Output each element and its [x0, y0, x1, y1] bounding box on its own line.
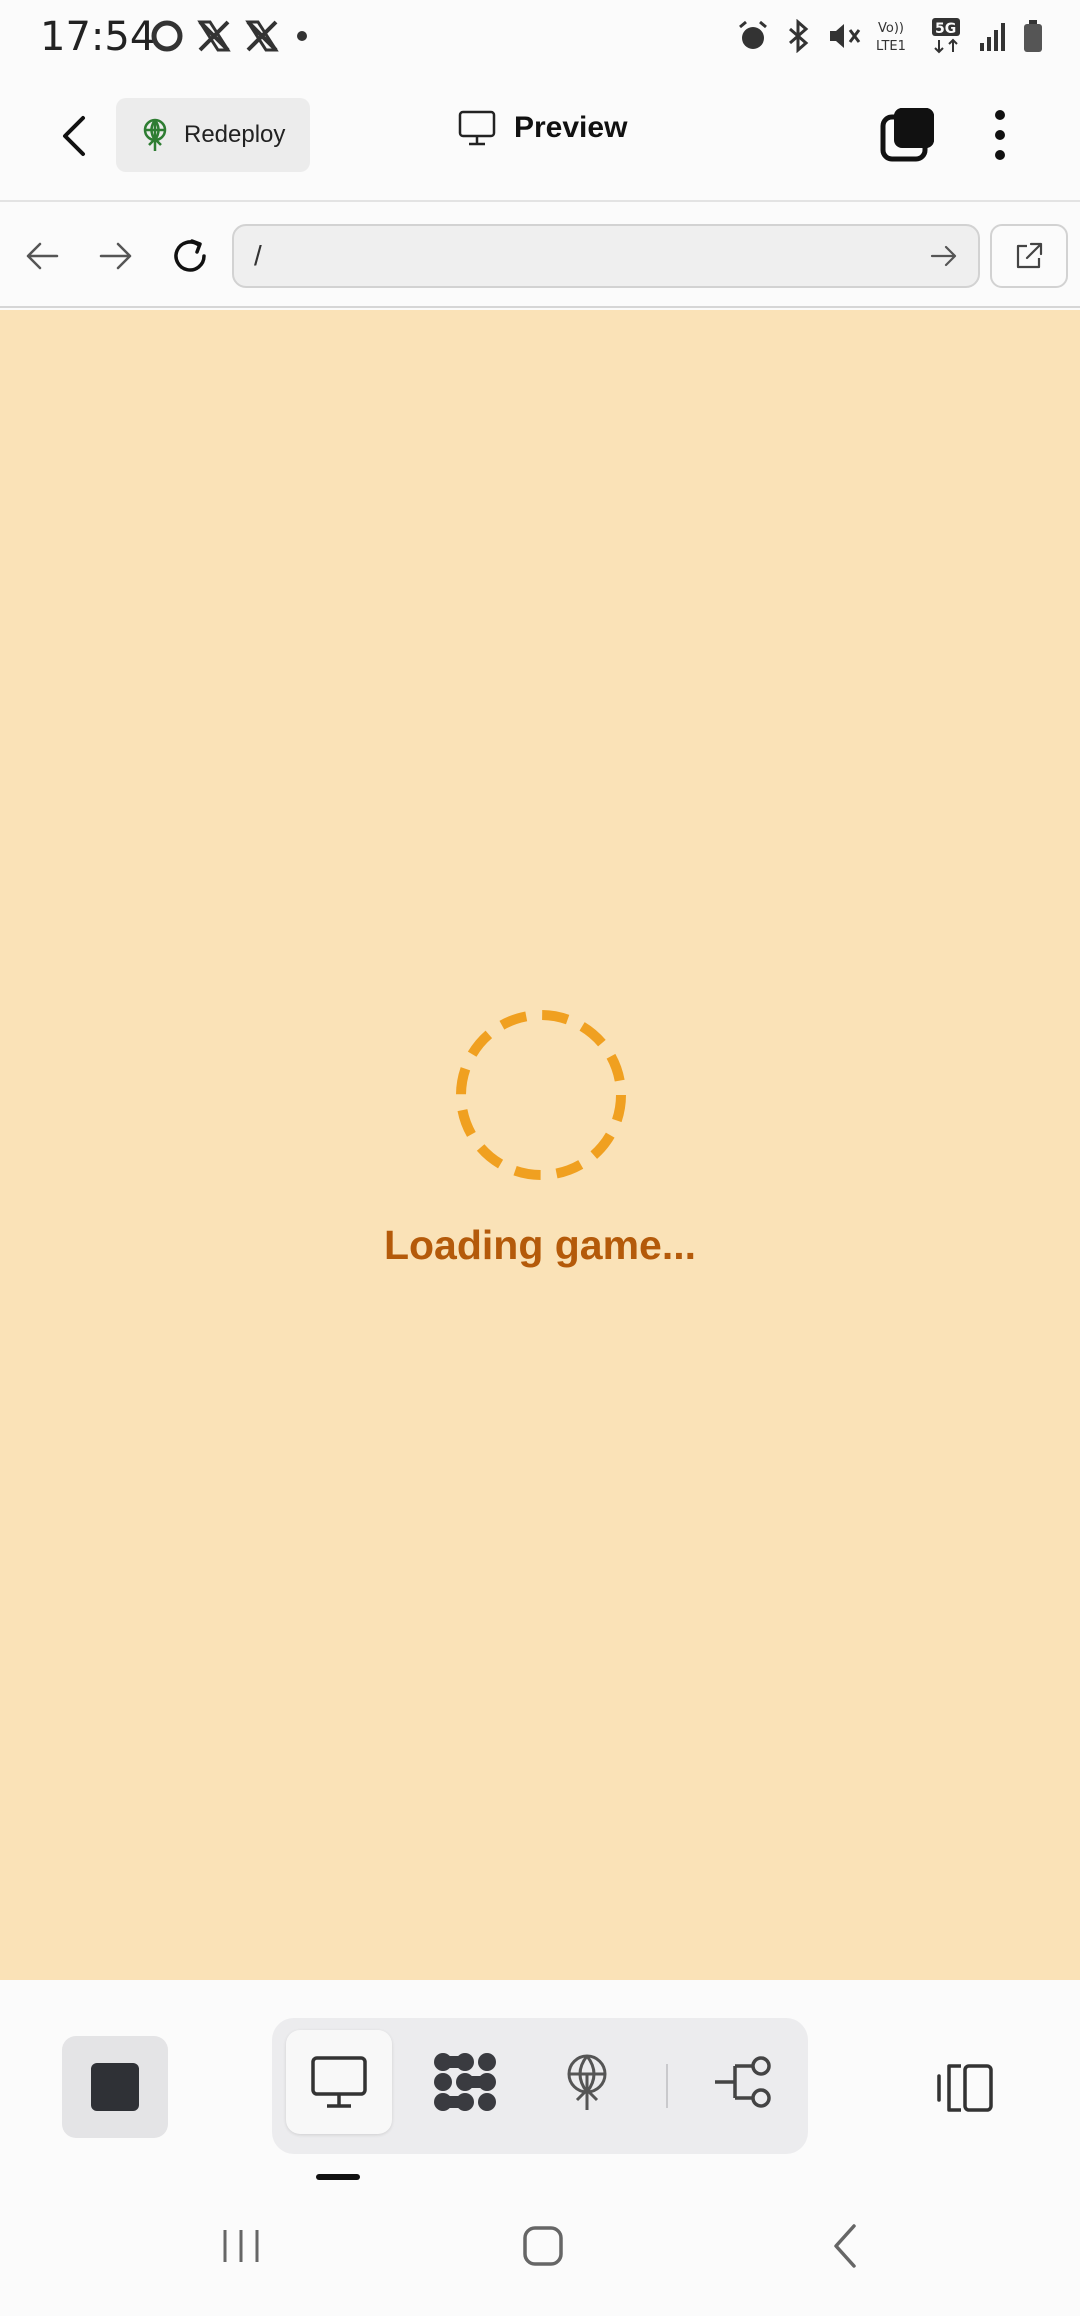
- open-external-button[interactable]: [990, 224, 1068, 288]
- more-vert-icon: [995, 110, 1005, 120]
- system-nav-bar: [0, 2180, 1080, 2316]
- home-button[interactable]: [498, 2210, 588, 2282]
- redeploy-label: Redeploy: [184, 121, 286, 148]
- workspace-tool-button[interactable]: [412, 2030, 518, 2134]
- external-link-icon: [1016, 242, 1043, 269]
- toolbar-divider: [666, 2064, 668, 2108]
- deploy-tool-button[interactable]: [534, 2030, 640, 2134]
- tabs-button[interactable]: [880, 106, 936, 162]
- mute-icon: [830, 24, 861, 48]
- preview-title: Preview: [458, 110, 627, 146]
- arrow-right-icon: [99, 242, 132, 270]
- chevron-left-icon: [63, 116, 85, 156]
- url-text: /: [254, 240, 262, 271]
- bluetooth-icon: [789, 19, 809, 53]
- workspace-icon: [434, 2053, 496, 2111]
- arrow-left-icon: [26, 242, 59, 270]
- tabs-icon: [880, 108, 934, 162]
- svg-text:5G: 5G: [935, 21, 956, 37]
- redeploy-button[interactable]: Redeploy: [116, 98, 310, 172]
- circle-app-icon: [151, 20, 183, 52]
- status-bar: 17:54 Vo)) LTE1 5G: [0, 0, 1080, 68]
- url-input[interactable]: /: [232, 224, 980, 288]
- go-arrow-icon[interactable]: [928, 240, 960, 272]
- recent-apps-icon: [223, 2230, 259, 2262]
- deploy-icon: [143, 118, 167, 151]
- git-tool-button[interactable]: [692, 2030, 798, 2134]
- browser-back-button[interactable]: [16, 230, 68, 282]
- preview-tool-button[interactable]: [286, 2030, 392, 2134]
- page-title: Preview: [514, 111, 628, 144]
- svg-text:Vo)): Vo)): [878, 21, 904, 36]
- monitor-icon: [458, 110, 496, 146]
- home-icon: [523, 2226, 563, 2266]
- app-header: Redeploy Preview: [0, 68, 1080, 202]
- git-branch-icon: [715, 2056, 771, 2108]
- browser-forward-button[interactable]: [90, 230, 142, 282]
- alarm-icon: [739, 20, 767, 49]
- loading-text: Loading game...: [383, 1222, 697, 1268]
- reload-button[interactable]: [164, 230, 216, 282]
- recent-apps-button[interactable]: [196, 2210, 286, 2282]
- preview-content: Loading game...: [0, 310, 1080, 1980]
- monitor-icon: [311, 2056, 367, 2108]
- stop-button[interactable]: [62, 2036, 168, 2138]
- x-logo-icon: [245, 20, 279, 52]
- svg-text:LTE1: LTE1: [876, 39, 906, 54]
- dot-icon: [297, 31, 307, 41]
- bottom-toolbar: [0, 1980, 1080, 2180]
- stop-icon: [91, 2063, 139, 2111]
- status-time: 17:54: [40, 14, 156, 60]
- x-logo-icon: [197, 20, 231, 52]
- 5g-icon: 5G: [932, 18, 960, 54]
- deploy-icon: [567, 2054, 607, 2110]
- panel-toggle-button[interactable]: [928, 2040, 1000, 2136]
- tool-switcher: [272, 2018, 808, 2154]
- back-icon: [834, 2224, 856, 2268]
- signal-icon: [980, 23, 1005, 51]
- reload-icon: [174, 239, 206, 272]
- battery-icon: [1024, 20, 1042, 52]
- volte-icon: Vo)) LTE1: [876, 21, 906, 54]
- browser-nav-bar: /: [0, 204, 1080, 308]
- side-panel-icon: [937, 2064, 993, 2112]
- loading-spinner-icon: [456, 1010, 626, 1180]
- system-back-button[interactable]: [800, 2210, 890, 2282]
- more-options-button[interactable]: [980, 104, 1020, 166]
- back-button[interactable]: [50, 106, 98, 166]
